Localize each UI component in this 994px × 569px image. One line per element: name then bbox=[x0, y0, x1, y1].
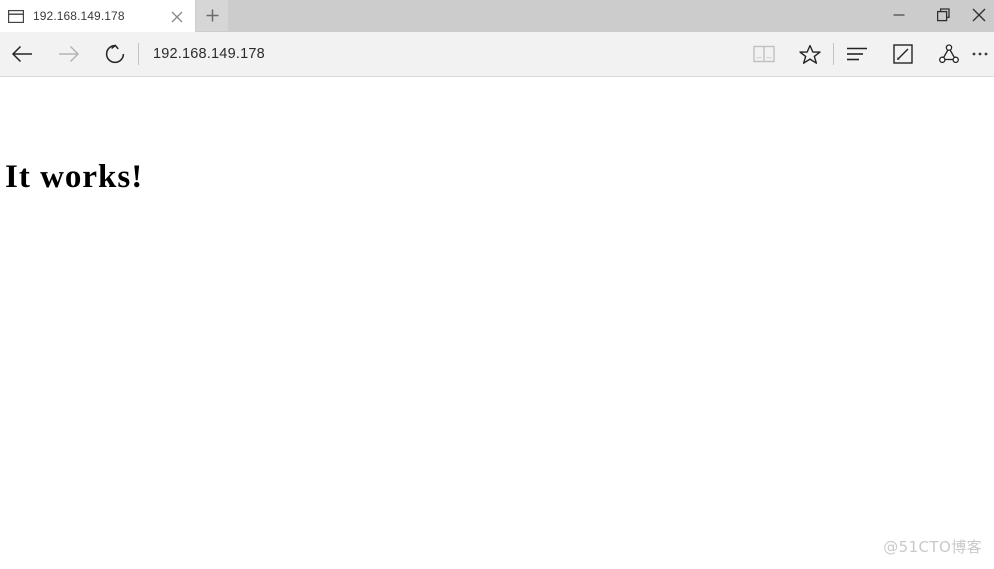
refresh-button[interactable] bbox=[92, 32, 138, 76]
watermark: @51CTO博客 bbox=[883, 538, 982, 556]
forward-button bbox=[46, 32, 92, 76]
more-button[interactable] bbox=[972, 32, 994, 76]
close-icon bbox=[972, 8, 986, 22]
share-icon bbox=[939, 44, 959, 64]
tab-close-icon[interactable] bbox=[168, 8, 186, 26]
pen-square-icon bbox=[893, 44, 913, 64]
tab-title: 192.168.149.178 bbox=[33, 9, 125, 23]
back-button[interactable] bbox=[0, 32, 46, 76]
address-bar-text[interactable]: 192.168.149.178 bbox=[153, 46, 265, 62]
web-note-button[interactable] bbox=[880, 32, 926, 76]
tab-strip: 192.168.149.178 bbox=[0, 0, 994, 32]
toolbar-right-buttons bbox=[741, 32, 994, 76]
star-icon bbox=[799, 44, 821, 64]
browser-tab-active[interactable]: 192.168.149.178 bbox=[0, 0, 195, 32]
share-button[interactable] bbox=[926, 32, 972, 76]
page-title: It works! bbox=[5, 159, 144, 195]
minimize-icon bbox=[893, 14, 904, 16]
window-close-button[interactable] bbox=[966, 0, 994, 30]
refresh-icon bbox=[105, 44, 125, 64]
page-content: It works! @51CTO博客 bbox=[0, 77, 994, 569]
hub-lines-icon bbox=[847, 47, 867, 61]
hub-button[interactable] bbox=[834, 32, 880, 76]
page-icon bbox=[7, 9, 25, 23]
address-bar[interactable]: 192.168.149.178 bbox=[139, 32, 741, 76]
reading-view-button[interactable] bbox=[741, 32, 787, 76]
window-controls bbox=[876, 0, 994, 30]
book-icon bbox=[753, 45, 775, 63]
new-tab-button[interactable] bbox=[196, 0, 228, 31]
ellipsis-icon bbox=[972, 52, 988, 56]
arrow-right-icon bbox=[59, 45, 80, 63]
restore-icon bbox=[936, 8, 950, 22]
browser-toolbar: 192.168.149.178 bbox=[0, 32, 994, 77]
window-minimize-button[interactable] bbox=[876, 0, 921, 30]
plus-icon bbox=[206, 9, 218, 22]
arrow-left-icon bbox=[11, 45, 32, 63]
window-restore-button[interactable] bbox=[921, 0, 966, 30]
favorites-button[interactable] bbox=[787, 32, 833, 76]
